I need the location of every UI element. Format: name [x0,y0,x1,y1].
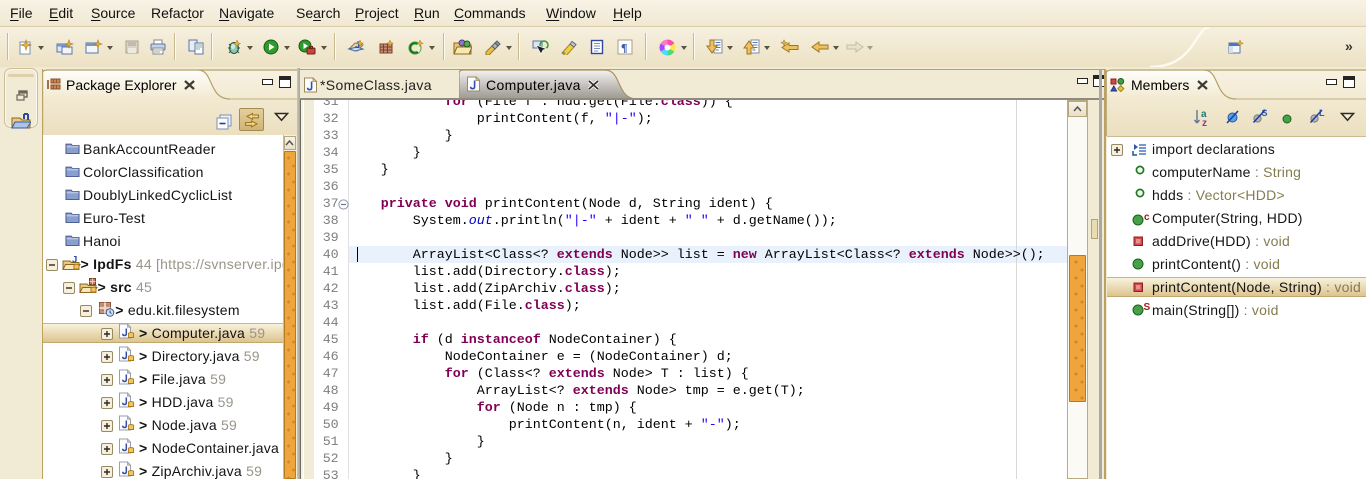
svg-text:S: S [1143,302,1150,313]
svg-text:c: c [1144,213,1150,223]
svg-text:¶: ¶ [621,41,627,55]
svg-text:z: z [1202,118,1207,127]
